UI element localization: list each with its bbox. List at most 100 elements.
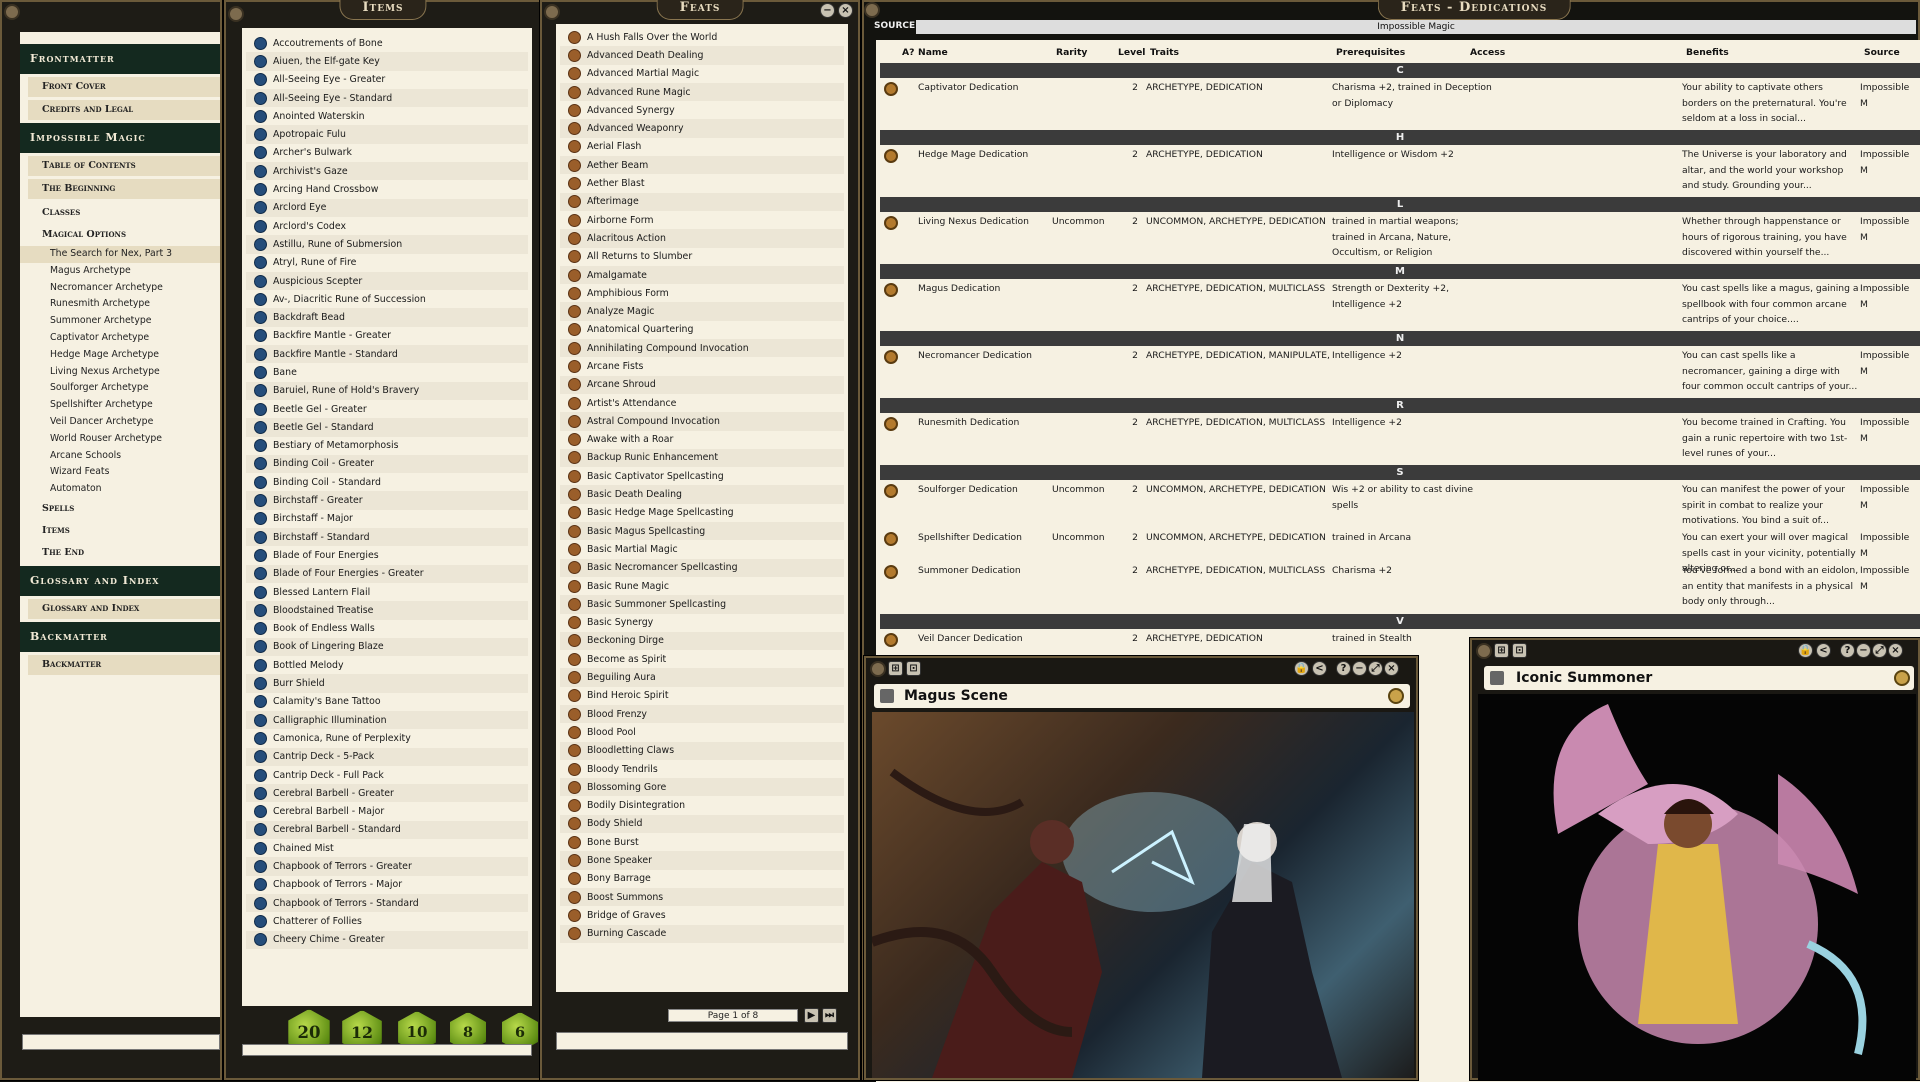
- list-item[interactable]: Cerebral Barbell - Standard: [246, 820, 528, 840]
- list-item[interactable]: Blade of Four Energies: [246, 546, 528, 564]
- sidebar-item[interactable]: Table of Contents: [28, 156, 220, 176]
- record-link-icon[interactable]: [254, 622, 267, 636]
- list-item[interactable]: Archivist's Gaze: [246, 162, 528, 181]
- record-link-icon[interactable]: [254, 860, 267, 873]
- record-link-icon[interactable]: [884, 216, 898, 230]
- list-item[interactable]: Apotropaic Fulu: [246, 125, 528, 144]
- sidebar-item[interactable]: Spellshifter Archetype: [20, 397, 220, 414]
- list-item[interactable]: Basic Death Dealing: [560, 485, 844, 504]
- record-link-icon[interactable]: [568, 744, 581, 758]
- list-item[interactable]: All-Seeing Eye - Standard: [246, 88, 528, 108]
- list-item[interactable]: Boost Summons: [560, 887, 844, 907]
- record-link-icon[interactable]: [254, 640, 267, 654]
- list-item[interactable]: Camonica, Rune of Perplexity: [246, 729, 528, 747]
- feats-minimize-icon[interactable]: −: [820, 3, 835, 18]
- sidebar-item[interactable]: Living Nexus Archetype: [20, 364, 220, 381]
- record-link-icon[interactable]: [568, 671, 581, 685]
- sidebar-item[interactable]: Items: [28, 520, 220, 542]
- list-item[interactable]: Cerebral Barbell - Major: [246, 802, 528, 820]
- list-item[interactable]: Basic Summoner Spellcasting: [560, 595, 844, 614]
- record-link-icon[interactable]: [568, 268, 581, 282]
- feats-next-page-icon[interactable]: ▶: [804, 1008, 819, 1023]
- list-item[interactable]: Basic Magus Spellcasting: [560, 522, 844, 541]
- list-item[interactable]: Anatomical Quartering: [560, 321, 844, 339]
- record-link-icon[interactable]: [568, 231, 581, 245]
- record-link-icon[interactable]: [254, 219, 267, 233]
- list-item[interactable]: Beguiling Aura: [560, 668, 844, 687]
- list-item[interactable]: Cerebral Barbell - Greater: [246, 784, 528, 803]
- sidebar-item[interactable]: Veil Dancer Archetype: [20, 414, 220, 431]
- list-item[interactable]: Calamity's Bane Tattoo: [246, 693, 528, 711]
- summoner-share-icon[interactable]: ⊞: [1494, 643, 1509, 658]
- table-row[interactable]: Captivator Dedication 2 ARCHETYPE, DEDICAT…: [880, 80, 1920, 128]
- summoner-lock-icon[interactable]: 🔒: [1798, 643, 1813, 658]
- record-link-icon[interactable]: [254, 768, 267, 782]
- list-item[interactable]: Advanced Death Dealing: [560, 46, 844, 65]
- sidebar-item[interactable]: Soulforger Archetype: [20, 380, 220, 397]
- record-link-icon[interactable]: [254, 329, 267, 343]
- record-link-icon[interactable]: [254, 805, 267, 819]
- list-item[interactable]: Backup Runic Enhancement: [560, 448, 844, 468]
- table-row[interactable]: Living Nexus Dedication Uncommon 2 UNCOMMON…: [880, 214, 1920, 262]
- list-item[interactable]: Annihilating Compound Invocation: [560, 339, 844, 358]
- list-item[interactable]: Become as Spirit: [560, 650, 844, 668]
- list-item[interactable]: Basic Captivator Spellcasting: [560, 467, 844, 485]
- record-link-icon[interactable]: [254, 713, 267, 727]
- sidebar-item[interactable]: The End: [28, 542, 220, 564]
- record-link-icon[interactable]: [254, 494, 267, 508]
- table-row[interactable]: Soulforger Dedication Uncommon 2 UNCOMMON, …: [880, 482, 1920, 530]
- list-item[interactable]: Binding Coil - Standard: [246, 473, 528, 491]
- column-header-access[interactable]: Access: [1470, 47, 1505, 58]
- list-item[interactable]: Aether Beam: [560, 156, 844, 175]
- list-item[interactable]: Beetle Gel - Standard: [246, 418, 528, 437]
- list-item[interactable]: Blessed Lantern Flail: [246, 583, 528, 601]
- table-row[interactable]: Magus Dedication 2 ARCHETYPE, DEDICATION, …: [880, 281, 1920, 329]
- record-link-icon[interactable]: [254, 73, 267, 87]
- column-header-traits[interactable]: Traits: [1150, 47, 1179, 58]
- record-link-icon[interactable]: [568, 396, 581, 410]
- record-link-icon[interactable]: [568, 433, 581, 447]
- record-link-icon[interactable]: [254, 878, 267, 892]
- sidebar-item[interactable]: Backmatter: [28, 654, 220, 675]
- record-link-icon[interactable]: [568, 30, 581, 44]
- record-link-icon[interactable]: [254, 311, 267, 325]
- sidebar-item[interactable]: Spells: [28, 498, 220, 520]
- list-item[interactable]: Arclord Eye: [246, 198, 528, 217]
- magus-minimize-icon[interactable]: −: [1352, 661, 1367, 676]
- summoner-link-icon[interactable]: <: [1816, 643, 1831, 658]
- record-link-icon[interactable]: [568, 634, 581, 648]
- list-item[interactable]: Amphibious Form: [560, 284, 844, 302]
- record-link-icon[interactable]: [254, 36, 267, 50]
- record-link-icon[interactable]: [254, 457, 267, 471]
- magus-gear-icon[interactable]: [870, 661, 886, 677]
- record-link-icon[interactable]: [568, 195, 581, 209]
- magus-link-icon[interactable]: <: [1312, 661, 1327, 676]
- sidebar-item[interactable]: Wizard Feats: [20, 464, 220, 481]
- record-link-icon[interactable]: [254, 128, 267, 142]
- list-item[interactable]: Book of Lingering Blaze: [246, 637, 528, 657]
- record-link-icon[interactable]: [568, 488, 581, 502]
- list-item[interactable]: Bodily Disintegration: [560, 796, 844, 814]
- record-link-icon[interactable]: [568, 213, 581, 227]
- record-link-icon[interactable]: [568, 67, 581, 81]
- list-item[interactable]: Cantrip Deck - Full Pack: [246, 766, 528, 784]
- record-link-icon[interactable]: [884, 484, 898, 498]
- record-link-icon[interactable]: [568, 506, 581, 520]
- table-row[interactable]: Runesmith Dedication 2 ARCHETYPE, DEDICATI…: [880, 415, 1920, 463]
- record-link-icon[interactable]: [254, 658, 267, 672]
- list-item[interactable]: Book of Endless Walls: [246, 620, 528, 638]
- magus-lock-icon[interactable]: 🔒: [1294, 661, 1309, 676]
- column-header-prereq[interactable]: Prerequisites: [1336, 47, 1405, 58]
- record-link-icon[interactable]: [568, 103, 581, 117]
- table-row[interactable]: Necromancer Dedication 2 ARCHETYPE, DEDICA…: [880, 348, 1920, 396]
- summoner-menu-icon[interactable]: [1894, 670, 1910, 686]
- list-item[interactable]: Cheery Chime - Greater: [246, 930, 528, 949]
- record-link-icon[interactable]: [884, 350, 898, 364]
- record-link-icon[interactable]: [884, 283, 898, 297]
- record-link-icon[interactable]: [568, 323, 581, 337]
- list-item[interactable]: Blade of Four Energies - Greater: [246, 564, 528, 583]
- list-item[interactable]: Cantrip Deck - 5-Pack: [246, 747, 528, 766]
- record-link-icon[interactable]: [884, 633, 898, 647]
- list-item[interactable]: Backfire Mantle - Standard: [246, 345, 528, 364]
- list-item[interactable]: Bloody Tendrils: [560, 760, 844, 778]
